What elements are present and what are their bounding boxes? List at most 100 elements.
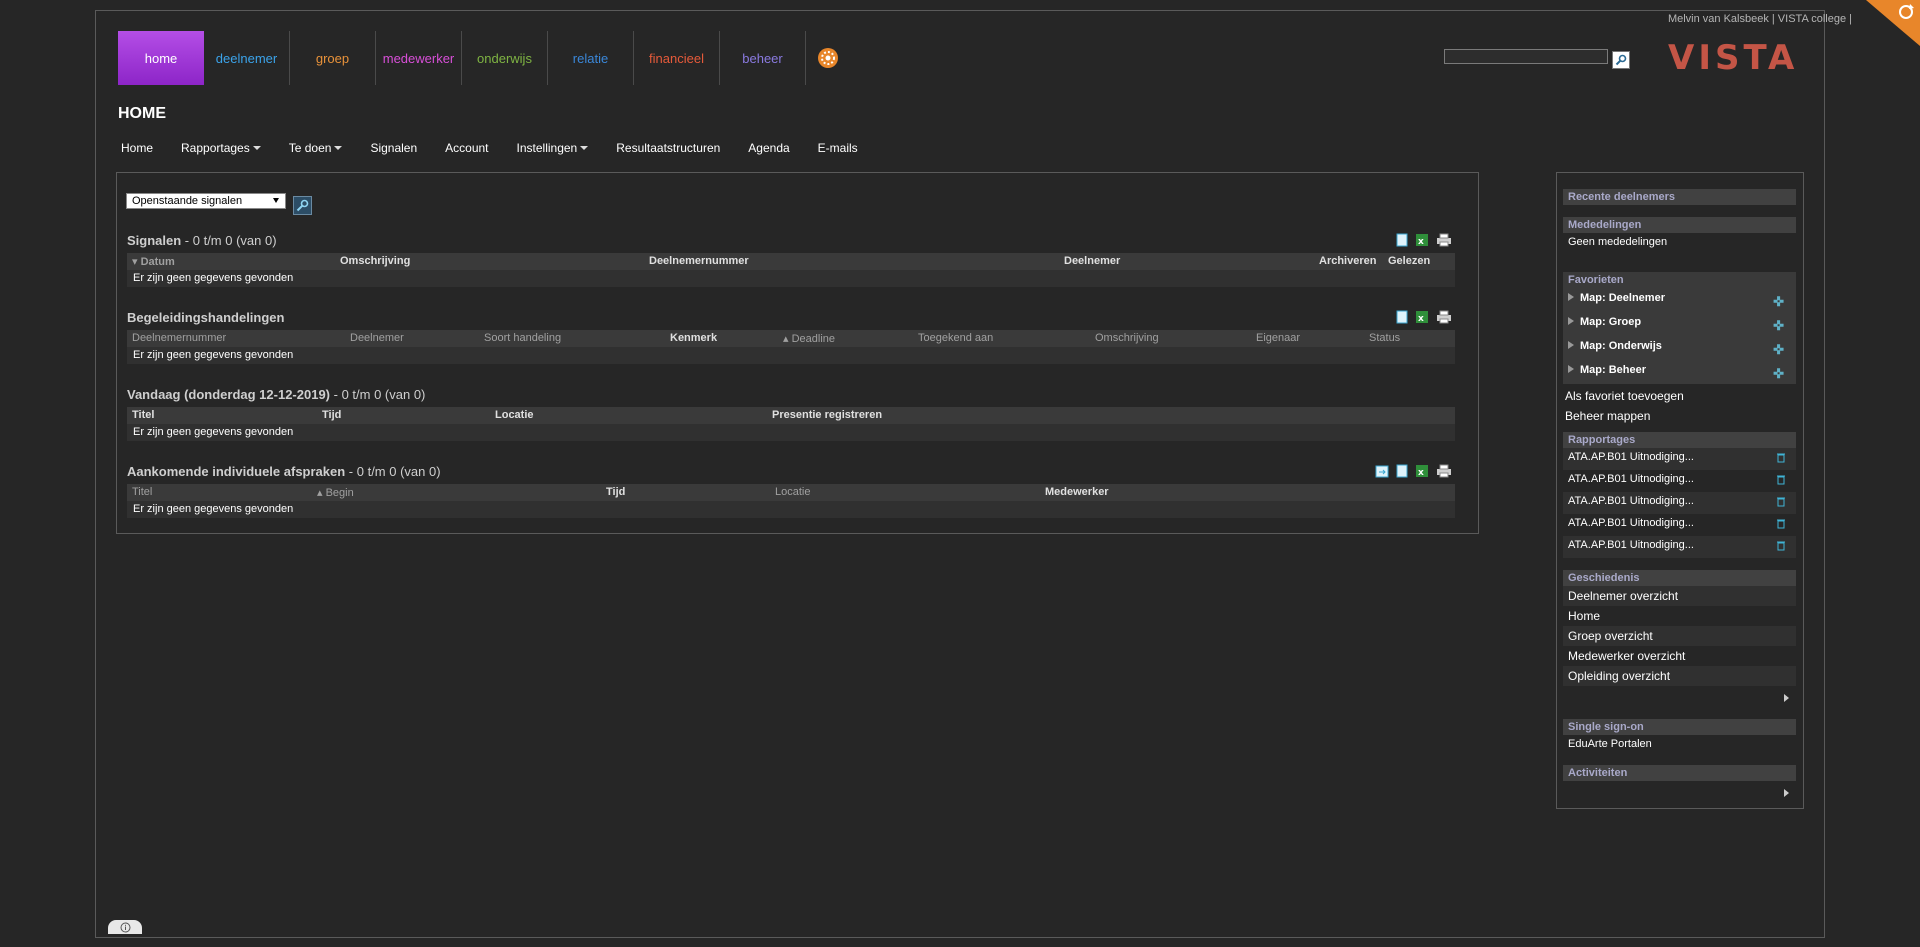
- document-icon[interactable]: [1395, 310, 1409, 324]
- svg-text:x: x: [1418, 237, 1424, 247]
- rapport-item[interactable]: ATA.AP.B01 Uitnodiging...: [1563, 514, 1796, 536]
- col-gelezen[interactable]: Gelezen: [1388, 255, 1430, 267]
- subnav-account[interactable]: Account: [445, 141, 488, 155]
- recent-heading[interactable]: Recente deelnemers: [1563, 189, 1796, 205]
- calendar-export-icon[interactable]: [1375, 464, 1389, 478]
- col-archiveren[interactable]: Archiveren: [1319, 255, 1376, 267]
- col-deelnemernummer[interactable]: Deelnemernummer: [132, 332, 226, 344]
- col-presentie[interactable]: Presentie registreren: [772, 409, 882, 421]
- topnav-settings[interactable]: [806, 31, 850, 85]
- activities-more-icon[interactable]: [1784, 789, 1789, 797]
- excel-icon[interactable]: x: [1415, 310, 1429, 324]
- history-item[interactable]: Deelnemer overzicht: [1563, 586, 1796, 606]
- fav-folder-groep[interactable]: Map: Groep ✜: [1563, 312, 1796, 336]
- col-omschrijving[interactable]: Omschrijving: [1095, 332, 1159, 344]
- subnav-agenda[interactable]: Agenda: [748, 141, 789, 155]
- col-eigenaar[interactable]: Eigenaar: [1256, 332, 1300, 344]
- col-deadline[interactable]: ▴ Deadline: [783, 332, 835, 345]
- col-titel[interactable]: Titel: [132, 486, 152, 498]
- col-medewerker[interactable]: Medewerker: [1045, 486, 1109, 498]
- col-soort-handeling[interactable]: Soort handeling: [484, 332, 561, 344]
- topnav-medewerker[interactable]: medewerker: [376, 31, 462, 85]
- fav-folder-deelnemer[interactable]: Map: Deelnemer ✜: [1563, 288, 1796, 312]
- col-tijd[interactable]: Tijd: [322, 409, 341, 421]
- add-favorite-link[interactable]: Als favoriet toevoegen: [1563, 386, 1796, 406]
- subnav-instellingen[interactable]: Instellingen: [517, 141, 589, 155]
- rapport-item[interactable]: ATA.AP.B01 Uitnodiging...: [1563, 536, 1796, 558]
- sidebar-mededelingen: Mededelingen Geen mededelingen: [1563, 217, 1796, 253]
- subnav-signalen[interactable]: Signalen: [370, 141, 417, 155]
- subnav-emails[interactable]: E-mails: [818, 141, 858, 155]
- fav-folder-onderwijs[interactable]: Map: Onderwijs ✜: [1563, 336, 1796, 360]
- manage-folders-link[interactable]: Beheer mappen: [1563, 406, 1796, 426]
- rapport-item[interactable]: ATA.AP.B01 Uitnodiging...: [1563, 492, 1796, 514]
- topnav-onderwijs[interactable]: onderwijs: [462, 31, 548, 85]
- document-icon[interactable]: [1395, 233, 1409, 247]
- begeleiding-title: Begeleidingshandelingen: [127, 310, 285, 325]
- col-status[interactable]: Status: [1369, 332, 1400, 344]
- info-tab[interactable]: [108, 920, 142, 934]
- print-icon[interactable]: [1435, 233, 1453, 247]
- add-icon[interactable]: ✜: [1773, 294, 1784, 310]
- col-tijd[interactable]: Tijd: [606, 486, 625, 498]
- subnav-te-doen-label: Te doen: [288, 141, 332, 155]
- filter-select[interactable]: Openstaande signalen: [126, 193, 286, 209]
- subnav-resultaatstructuren[interactable]: Resultaatstructuren: [616, 141, 720, 155]
- print-icon[interactable]: [1435, 310, 1453, 324]
- add-icon[interactable]: ✜: [1773, 318, 1784, 334]
- sso-item[interactable]: EduArte Portalen: [1563, 735, 1796, 755]
- filter-search-button[interactable]: [293, 196, 312, 215]
- user-info[interactable]: Melvin van Kalsbeek | VISTA college |: [1668, 13, 1852, 25]
- excel-icon[interactable]: x: [1415, 233, 1429, 247]
- topnav-deelnemer-label: deelnemer: [215, 50, 278, 66]
- corner-refresh-icon[interactable]: [1866, 0, 1920, 46]
- trash-icon[interactable]: [1776, 496, 1786, 507]
- print-icon[interactable]: [1435, 464, 1453, 478]
- history-more-icon[interactable]: [1784, 694, 1789, 702]
- fav-folder-beheer[interactable]: Map: Beheer ✜: [1563, 360, 1796, 384]
- topnav-financieel[interactable]: financieel: [634, 31, 720, 85]
- col-deelnemer[interactable]: Deelnemer: [1064, 255, 1120, 267]
- export-icons: x: [1395, 310, 1453, 324]
- col-toegekend-aan[interactable]: Toegekend aan: [918, 332, 993, 344]
- vista-logo: VISTA: [1668, 38, 1799, 78]
- col-deelnemernummer[interactable]: Deelnemernummer: [649, 255, 749, 267]
- fav-label: Map: Beheer: [1580, 364, 1647, 376]
- history-item[interactable]: Groep overzicht: [1563, 626, 1796, 646]
- sidebar-sso: Single sign-on EduArte Portalen: [1563, 719, 1796, 755]
- sidebar-geschiedenis: Geschiedenis Deelnemer overzicht Home Gr…: [1563, 570, 1796, 686]
- trash-icon[interactable]: [1776, 518, 1786, 529]
- col-locatie[interactable]: Locatie: [775, 486, 810, 498]
- excel-icon[interactable]: x: [1415, 464, 1429, 478]
- topnav-deelnemer[interactable]: deelnemer: [204, 31, 290, 85]
- empty-row: Er zijn geen gegevens gevonden: [127, 501, 1455, 518]
- col-deelnemer[interactable]: Deelnemer: [350, 332, 404, 344]
- col-begin[interactable]: ▴ Begin: [317, 486, 354, 499]
- history-item[interactable]: Medewerker overzicht: [1563, 646, 1796, 666]
- col-datum[interactable]: ▾ Datum: [132, 255, 175, 268]
- search-input[interactable]: [1444, 49, 1608, 64]
- topnav-groep[interactable]: groep: [290, 31, 376, 85]
- col-omschrijving[interactable]: Omschrijving: [340, 255, 410, 267]
- rapport-item[interactable]: ATA.AP.B01 Uitnodiging...: [1563, 448, 1796, 470]
- trash-icon[interactable]: [1776, 452, 1786, 463]
- col-locatie[interactable]: Locatie: [495, 409, 534, 421]
- history-item[interactable]: Opleiding overzicht: [1563, 666, 1796, 686]
- topnav-relatie[interactable]: relatie: [548, 31, 634, 85]
- subnav-te-doen[interactable]: Te doen: [289, 141, 343, 155]
- subnav-rapportages[interactable]: Rapportages: [181, 141, 261, 155]
- rapport-item[interactable]: ATA.AP.B01 Uitnodiging...: [1563, 470, 1796, 492]
- add-icon[interactable]: ✜: [1773, 342, 1784, 358]
- add-icon[interactable]: ✜: [1773, 366, 1784, 382]
- afspraken-count: - 0 t/m 0 (van 0): [345, 464, 441, 479]
- col-titel[interactable]: Titel: [132, 409, 154, 421]
- trash-icon[interactable]: [1776, 474, 1786, 485]
- topnav-home[interactable]: home: [118, 31, 204, 85]
- history-item[interactable]: Home: [1563, 606, 1796, 626]
- col-kenmerk[interactable]: Kenmerk: [670, 332, 717, 344]
- subnav-home[interactable]: Home: [121, 141, 153, 155]
- document-icon[interactable]: [1395, 464, 1409, 478]
- trash-icon[interactable]: [1776, 540, 1786, 551]
- topnav-beheer[interactable]: beheer: [720, 31, 806, 85]
- search-button[interactable]: [1612, 51, 1630, 69]
